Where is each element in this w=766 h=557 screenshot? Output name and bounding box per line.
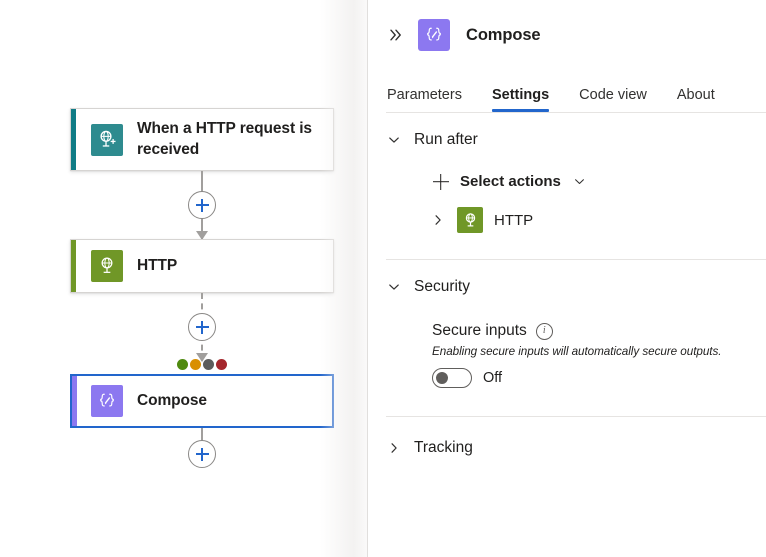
collapse-panel-icon[interactable] — [386, 25, 406, 45]
connector-trigger-to-http — [70, 171, 334, 239]
info-icon[interactable]: i — [536, 323, 553, 340]
section-tracking: Tracking — [368, 417, 766, 457]
tab-about[interactable]: About — [677, 87, 715, 112]
add-step-button-2[interactable] — [188, 313, 216, 341]
secure-inputs-toggle-state: Off — [483, 370, 502, 386]
secure-inputs-toggle[interactable] — [432, 368, 472, 388]
logic-app-designer: When a HTTP request is received — [0, 0, 766, 557]
panel-header: Compose — [368, 0, 766, 54]
secure-inputs-toggle-row: Off — [432, 368, 746, 388]
secure-inputs-label: Secure inputs — [432, 322, 527, 340]
connector-arrow — [196, 353, 208, 362]
section-header-tracking[interactable]: Tracking — [386, 421, 746, 457]
chevron-down-icon — [386, 279, 402, 295]
http-globe-icon — [457, 207, 483, 233]
connector-compose-tail — [70, 428, 334, 480]
node-title: Compose — [137, 391, 207, 412]
run-after-item-http[interactable]: HTTP — [430, 207, 746, 233]
chevron-right-icon — [386, 440, 402, 456]
plus-icon — [432, 173, 449, 190]
tab-code-view[interactable]: Code view — [579, 87, 647, 112]
node-accent-bar — [71, 240, 76, 292]
tab-parameters[interactable]: Parameters — [387, 87, 462, 112]
settings-content: Run after Select actions — [368, 113, 766, 457]
section-run-after: Run after Select actions — [368, 113, 766, 233]
node-accent-bar — [72, 376, 77, 426]
workflow-graph: When a HTTP request is received — [70, 108, 334, 480]
panel-tabs: Parameters Settings Code view About — [368, 78, 766, 112]
add-step-button-3[interactable] — [188, 440, 216, 468]
add-step-button-1[interactable] — [188, 191, 216, 219]
workflow-canvas[interactable]: When a HTTP request is received — [0, 0, 368, 557]
select-actions-label: Select actions — [460, 173, 561, 190]
secure-inputs-description: Enabling secure inputs will automaticall… — [432, 345, 746, 358]
secure-inputs-label-row: Secure inputs i — [432, 322, 746, 340]
node-accent-bar — [71, 109, 76, 170]
section-header-run-after[interactable]: Run after — [386, 113, 746, 149]
workflow-node-http[interactable]: HTTP — [70, 239, 334, 293]
chevron-down-icon — [572, 174, 588, 190]
node-title: HTTP — [137, 256, 177, 277]
run-after-item-label: HTTP — [494, 212, 533, 229]
section-header-security[interactable]: Security — [386, 260, 746, 296]
workflow-node-compose[interactable]: Compose — [70, 374, 334, 428]
section-title: Tracking — [414, 439, 473, 457]
section-security: Security Secure inputs i Enabling secure… — [368, 260, 766, 388]
http-globe-icon — [91, 250, 123, 282]
chevron-down-icon — [386, 132, 402, 148]
secure-inputs-setting: Secure inputs i Enabling secure inputs w… — [432, 322, 746, 388]
tab-settings[interactable]: Settings — [492, 87, 549, 112]
node-title: When a HTTP request is received — [137, 119, 321, 160]
http-request-trigger-icon — [91, 124, 123, 156]
action-details-panel: Compose Parameters Settings Code view Ab… — [368, 0, 766, 557]
section-title: Run after — [414, 131, 478, 149]
toggle-knob — [436, 372, 448, 384]
chevron-right-icon — [430, 212, 446, 228]
compose-braces-icon — [91, 385, 123, 417]
section-title: Security — [414, 278, 470, 296]
select-actions-dropdown[interactable]: Select actions — [432, 173, 746, 190]
workflow-node-trigger[interactable]: When a HTTP request is received — [70, 108, 334, 171]
connector-http-to-compose — [70, 293, 334, 361]
page-title: Compose — [466, 26, 540, 45]
compose-braces-icon — [418, 19, 450, 51]
